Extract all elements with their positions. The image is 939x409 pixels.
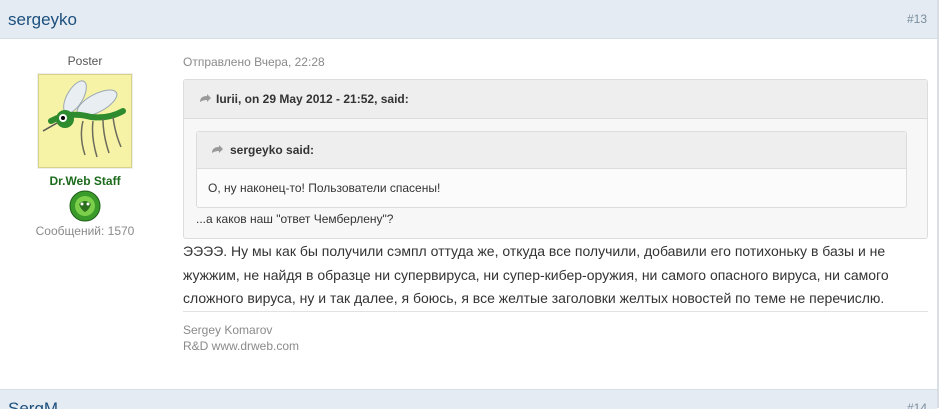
post-author-link[interactable]: sergeyko [8, 10, 77, 30]
post-body-line: жужжим, не найдя в образце ни супервирус… [183, 266, 889, 283]
quote-block-inner: sergeyko said: О, ну наконец-то! Пользов… [196, 131, 907, 208]
quote-block-outer: Iurii, on 29 May 2012 - 21:52, said: ser… [183, 79, 928, 239]
quote-icon [212, 145, 223, 153]
signature-name: Sergey Komarov [183, 323, 273, 337]
next-post-header: SergM #14 [0, 389, 937, 409]
post-header: sergeyko #13 [0, 0, 937, 39]
quote-icon [200, 94, 211, 102]
post-body-line: сложного вируса, ну и так далее, я боюсь… [183, 290, 885, 306]
signature-website-line: R&D www.drweb.com [183, 339, 300, 353]
post-body: ЭЭЭЭ. Ну мы как бы получили сэмпл оттуда… [183, 240, 923, 311]
quote-inner-text: О, ну наконец-то! Пользователи спасены! [208, 181, 441, 195]
post-body-line: ЭЭЭЭ. Ну мы как бы получили сэмпл оттуда… [183, 243, 886, 259]
signature-divider [183, 311, 928, 312]
quote-inner-header: sergeyko said: [197, 132, 906, 169]
user-avatar[interactable] [38, 74, 132, 168]
user-title: Poster [67, 54, 103, 68]
staff-shield-icon [69, 190, 101, 222]
quote-outer-header: Iurii, on 29 May 2012 - 21:52, said: [184, 80, 927, 119]
quote-inner-citation-link[interactable]: sergeyko said: [230, 143, 314, 157]
quote-outer-citation-link[interactable]: Iurii, on 29 May 2012 - 21:52, said: [216, 92, 409, 106]
quote-outer-text: ...а каков наш "ответ Чемберлену"? [196, 212, 394, 226]
mosquito-avatar [42, 80, 126, 158]
post-date: Отправлено Вчера, 22:28 [183, 55, 325, 69]
post-number-link[interactable]: #13 [907, 12, 927, 26]
post-count: Сообщений: 1570 [35, 224, 135, 238]
group-name: Dr.Web Staff [49, 174, 121, 188]
